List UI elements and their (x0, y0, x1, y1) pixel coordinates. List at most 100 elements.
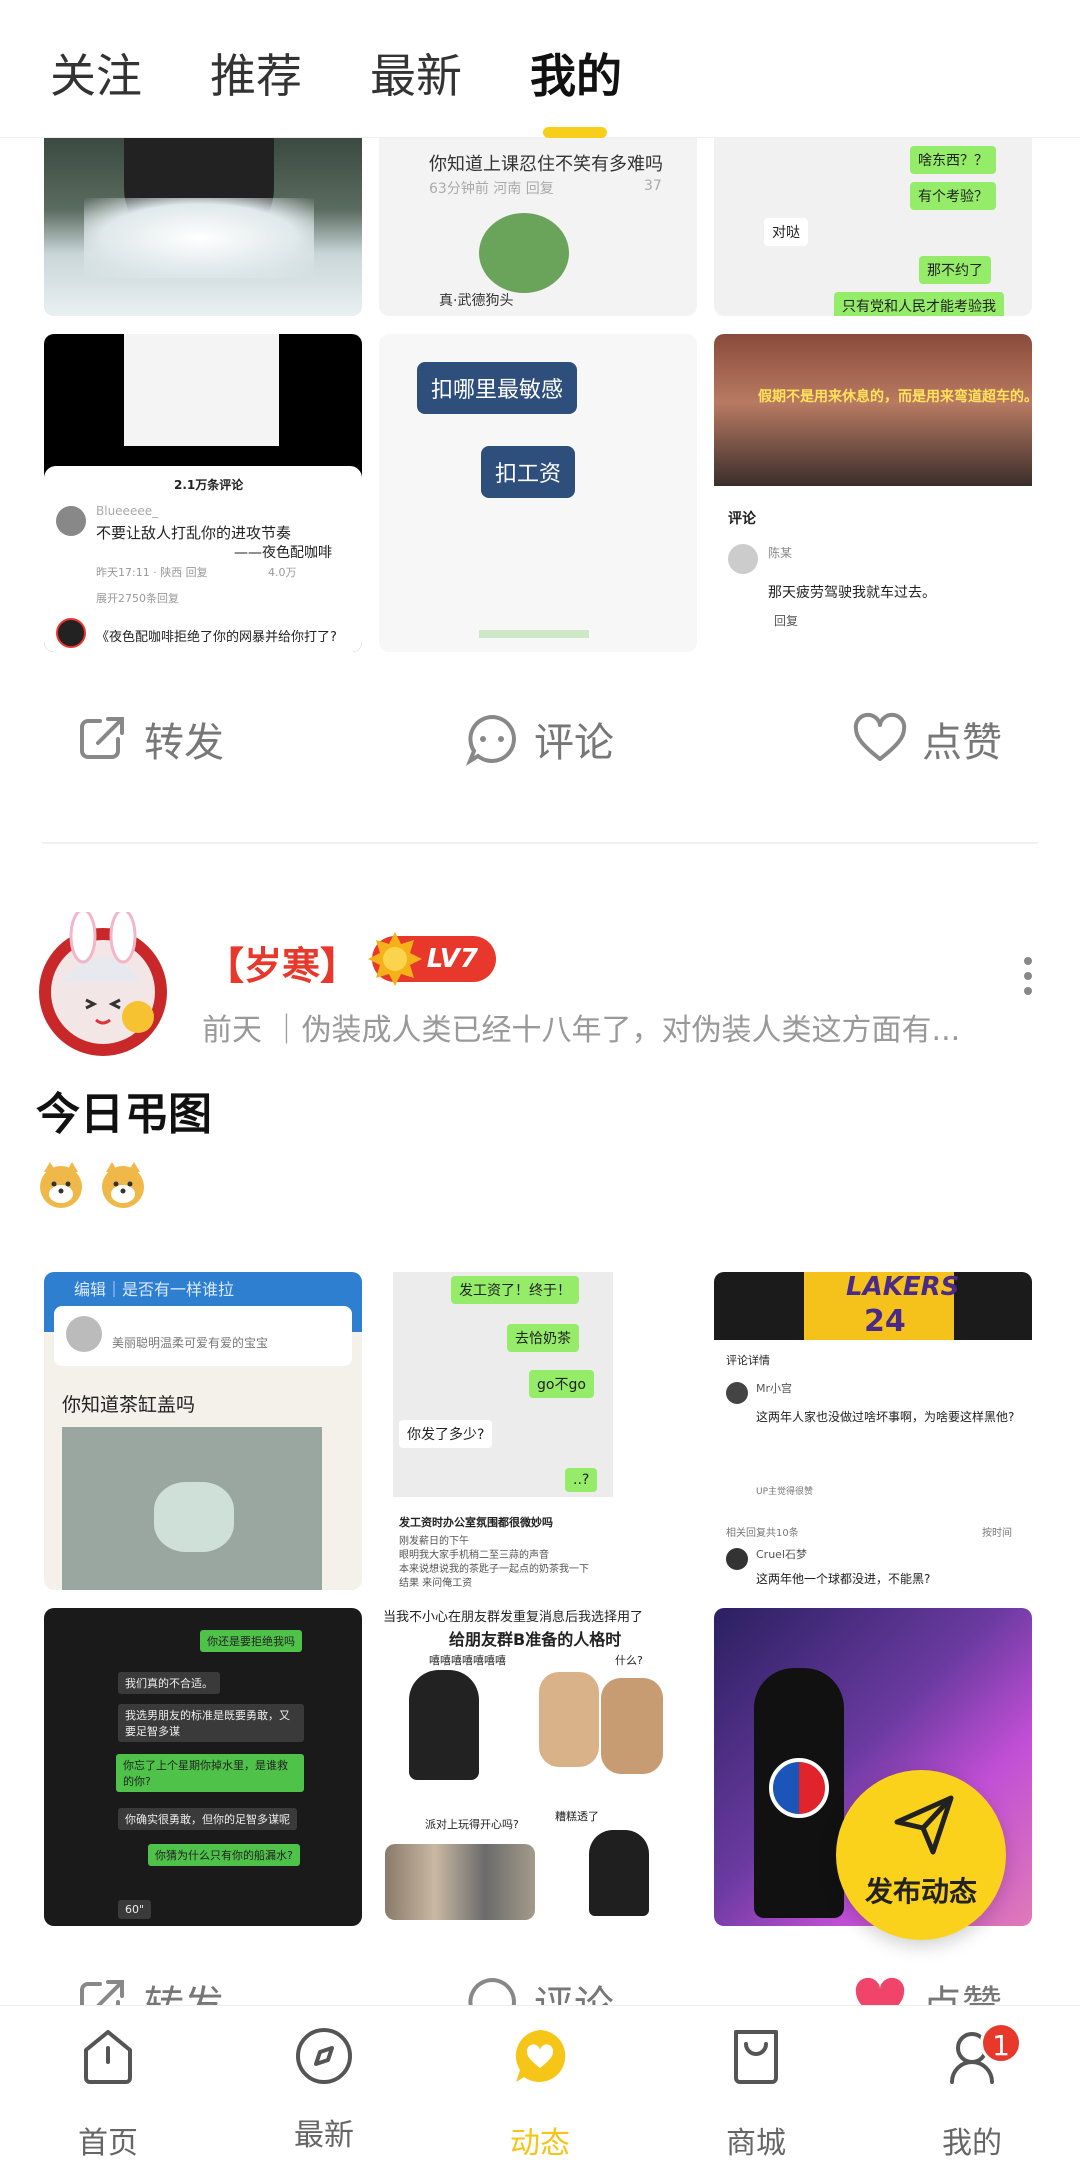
bag-icon (734, 2030, 778, 2084)
image-text: 眼明我大家手机稍二至三蒜的声音 (399, 1550, 549, 1561)
image-text: Cruel石梦 (756, 1548, 807, 1561)
nav-feed[interactable]: 动态 (450, 2006, 630, 2168)
heart-filled-icon (855, 1977, 905, 2005)
share-button[interactable]: 转发 (74, 710, 224, 768)
publish-label: 发布动态 (864, 1875, 977, 1908)
level-badge: LV7 (368, 932, 496, 986)
post1-image-3[interactable]: 啥东西？？ 有个考验？ 对哒 那不约了 只有党和人民才能考验我 (714, 138, 1032, 316)
nav-shop[interactable]: 商城 (666, 2006, 846, 2168)
image-text: 你知道茶缸盖吗 (62, 1394, 196, 1416)
image-text: 你知道上课忍住不笑有多难吗 (429, 154, 663, 175)
chat-bubble: 你忘了上个星期你掉水里，是谁救的你? (116, 1754, 304, 1792)
username[interactable]: 【岁寒】 (206, 935, 358, 990)
level-text: LV7 (426, 944, 478, 974)
image-text: 《夜色配咖啡拒绝了你的网暴并给你打了? (96, 630, 337, 645)
comment-icon (465, 714, 516, 766)
post2-image-5[interactable]: 当我不小心在朋友群发重复消息后我选择用了 给朋友群B准备的人格时 嘻嘻嘻嘻嘻嘻嘻… (379, 1608, 697, 1926)
image-text: 不要让敌人打乱你的进攻节奏 (96, 524, 292, 542)
image-text: ——夜色配咖啡 (234, 545, 332, 561)
chat-bubble: 我选男朋友的标准是既要勇敢，又要足智多谋 (118, 1704, 304, 1742)
comment-button[interactable]: 评论 (464, 710, 614, 768)
image-text: 2.1万条评论 (174, 478, 244, 492)
image-text: 昨天17:11 · 陕西 回复 (96, 566, 208, 579)
doge-emoji-icon (102, 1162, 144, 1208)
share-label: 转发 (144, 1975, 224, 2005)
nav-latest[interactable]: 最新 (234, 2006, 414, 2168)
post2-action-bar: 转发 评论 点赞 (0, 1975, 1080, 2005)
image-text: LAKERS (846, 1272, 960, 1302)
image-text: 派对上玩得开心吗? (425, 1818, 519, 1831)
chat-bubble: 那不约了 (919, 256, 991, 284)
image-text: 当我不小心在朋友群发重复消息后我选择用了 (383, 1610, 644, 1625)
image-text: 37 (644, 178, 662, 194)
post2-image-4[interactable]: 你还是要拒绝我吗 我们真的不合适。 我选男朋友的标准是既要勇敢，又要足智多谋 你… (44, 1608, 362, 1926)
home-icon (84, 2030, 132, 2084)
post1-image-5[interactable]: 扣哪里最敏感 扣工资 (379, 334, 697, 652)
image-text: 结果 来问俺工资 (399, 1578, 473, 1589)
post2-image-2[interactable]: 发工资了！终于！ 去恰奶茶 go不go 你发了多少? ..? 发工资时办公室氛围… (379, 1272, 697, 1590)
image-text: 这两年他一个球都没进，不能黑? (756, 1572, 931, 1586)
chat-bubble: 你发了多少? (399, 1420, 493, 1448)
nav-home[interactable]: 首页 (18, 2006, 198, 2168)
image-text: 评论详情 (726, 1354, 770, 1367)
nav-feed-label: 动态 (510, 2126, 570, 2161)
post2-image-1[interactable]: 编辑｜是否有一样谁拉 美丽聪明温柔可爱有爱的宝宝 你知道茶缸盖吗 (44, 1272, 362, 1590)
send-icon (894, 1795, 954, 1855)
nav-mine[interactable]: 我的 (882, 2006, 1062, 2168)
doge-emoji-icon (40, 1162, 82, 1208)
chat-bubble: 去恰奶茶 (507, 1324, 579, 1352)
post1-action-bar: 转发 评论 点赞 (0, 690, 1080, 800)
heart-bubble-icon (515, 2030, 566, 2082)
image-text: 24 (864, 1304, 906, 1339)
image-text: 给朋友群B准备的人格时 (449, 1630, 622, 1649)
more-options-icon[interactable] (1020, 955, 1036, 997)
share-button[interactable]: 转发 (74, 1975, 224, 2005)
chat-bubble: 对哒 (764, 218, 808, 246)
post1-image-1[interactable] (44, 138, 362, 316)
chat-bubble: 只有党和人民才能考验我 (834, 292, 1004, 316)
comment-button[interactable]: 评论 (464, 1975, 614, 2005)
like-button[interactable]: 点赞 (852, 1975, 1002, 2005)
notification-badge: 1 (980, 2022, 1022, 2064)
chat-bubble: 你还是要拒绝我吗 (200, 1630, 302, 1652)
image-text: 评论 (728, 511, 756, 527)
image-text: 嘻嘻嘻嘻嘻嘻嘻 (429, 1654, 506, 1667)
tab-latest[interactable]: 最新 (370, 40, 462, 106)
like-label: 点赞 (922, 720, 1002, 766)
image-text: 相关回复共10条 (726, 1528, 799, 1539)
post1-image-4[interactable]: 2.1万条评论 Blueeeee_ 不要让敌人打乱你的进攻节奏 ——夜色配咖啡 … (44, 334, 362, 652)
tab-mine[interactable]: 我的 (530, 40, 622, 106)
chat-bubble: 你猜为什么只有你的船漏水? (148, 1844, 300, 1866)
tab-recommend[interactable]: 推荐 (210, 40, 302, 106)
image-text: 陈某 (768, 546, 793, 560)
like-button[interactable]: 点赞 (852, 710, 1002, 768)
image-text: Blueeeee_ (96, 504, 159, 518)
image-text: 美丽聪明温柔可爱有爱的宝宝 (112, 1336, 269, 1350)
chat-bubble: go不go (529, 1370, 594, 1398)
top-tab-bar: 关注 推荐 最新 我的 (0, 0, 1080, 138)
like-label: 点赞 (922, 1975, 1002, 2005)
chat-bubble: 你确实很勇敢，但你的足智多谋呢 (118, 1808, 297, 1830)
nav-mine-label: 我的 (942, 2126, 1002, 2161)
chat-bubble: ..? (565, 1468, 598, 1492)
image-text: 编辑｜是否有一样谁拉 (74, 1280, 235, 1299)
comment-icon (468, 1977, 516, 2005)
avatar[interactable] (28, 908, 178, 1062)
publish-post-button[interactable]: 发布动态 (836, 1770, 1006, 1940)
compass-icon (296, 2028, 352, 2084)
image-text: 刚发薪日的下午 (399, 1536, 469, 1547)
share-label: 转发 (144, 720, 224, 766)
post2-image-3[interactable]: LAKERS 24 评论详情 Mr小宫 这两年人家也没做过啥坏事啊，为啥要这样黑… (714, 1272, 1032, 1590)
image-text: 假期不是用来休息的，而是用来弯道超车的。 (758, 389, 1032, 405)
share-icon (80, 717, 124, 759)
image-text: 那天疲劳驾驶我就车过去。 (768, 585, 936, 601)
image-text: 展开2750条回复 (96, 592, 179, 605)
post1-image-6[interactable]: 假期不是用来休息的，而是用来弯道超车的。 评论 陈某 那天疲劳驾驶我就车过去。 … (714, 334, 1032, 652)
sun-icon (368, 932, 422, 986)
image-text: 63分钟前 河南 回复 (429, 181, 554, 197)
tab-follow[interactable]: 关注 (50, 40, 142, 106)
post1-image-2[interactable]: 你知道上课忍住不笑有多难吗 63分钟前 河南 回复 37 真·武德狗头 (379, 138, 697, 316)
share-icon (80, 1980, 124, 2005)
chat-bubble: 扣哪里最敏感 (417, 362, 578, 414)
bottom-nav: 首页 最新 动态 商城 我的 (0, 2005, 1080, 2168)
